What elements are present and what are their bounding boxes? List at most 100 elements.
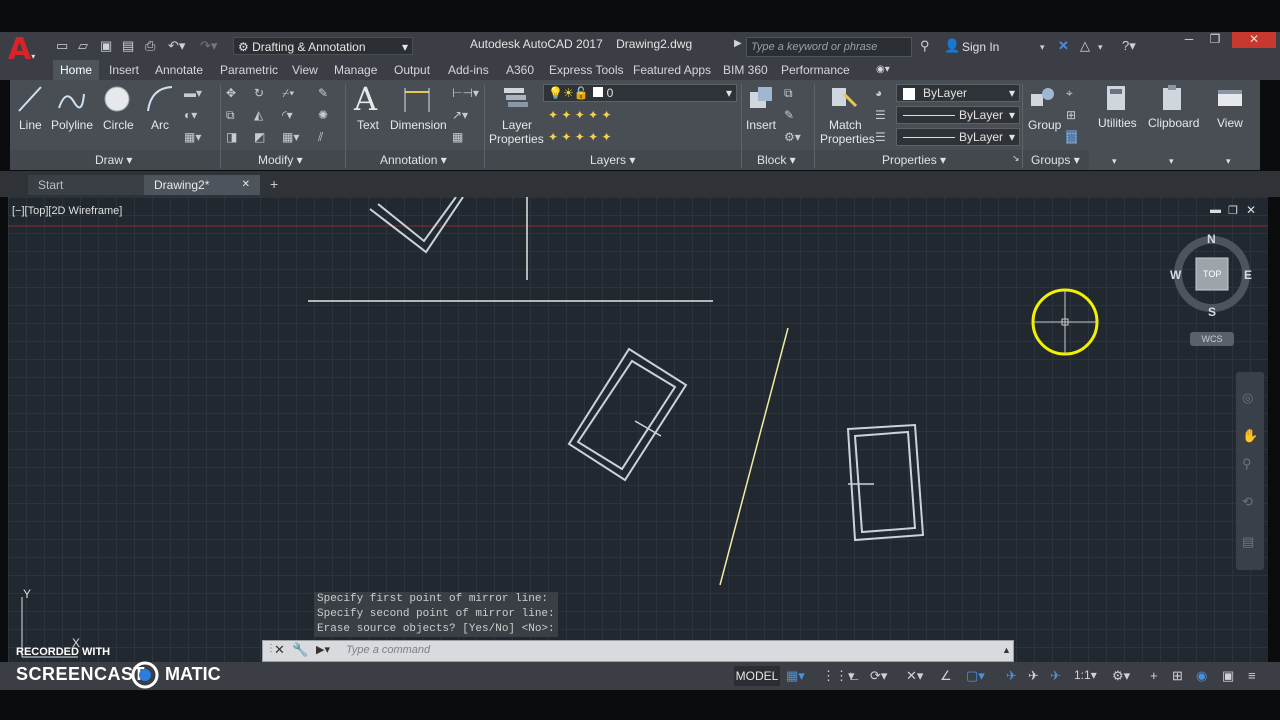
top-rectangle[interactable]: [369, 197, 464, 254]
tab-view[interactable]: View: [292, 60, 318, 80]
help-search-input[interactable]: Type a keyword or phrase: [746, 37, 912, 57]
layer-properties-label-2[interactable]: Properties: [489, 132, 544, 146]
orbit-icon[interactable]: ⟲: [1242, 494, 1253, 510]
mirror-icon[interactable]: ◭: [254, 108, 263, 122]
rotated-window-rectangle[interactable]: [567, 347, 688, 482]
annotation-visibility-icon[interactable]: ✈: [1006, 668, 1017, 684]
dimension-button[interactable]: Dimension: [390, 118, 447, 132]
line-button[interactable]: Line: [19, 118, 42, 132]
object-snap-tracking-icon[interactable]: ∠: [940, 668, 952, 684]
tab-manage[interactable]: Manage: [334, 60, 377, 80]
tab-bim-360[interactable]: BIM 360: [723, 60, 768, 80]
open-icon[interactable]: ▱: [78, 38, 88, 54]
tab-express-tools[interactable]: Express Tools: [549, 60, 623, 80]
insert-block-icon[interactable]: [746, 84, 776, 114]
isolate-objects-icon[interactable]: ◉: [1196, 668, 1207, 684]
tab-annotate[interactable]: Annotate: [155, 60, 203, 80]
ungroup-icon[interactable]: ⌖: [1066, 86, 1073, 101]
close-icon[interactable]: ✕: [242, 175, 250, 195]
offset-icon[interactable]: ⫽: [318, 130, 323, 145]
exchange-apps-icon[interactable]: ✕: [1058, 38, 1069, 54]
view-icon[interactable]: [1216, 86, 1244, 110]
polyline-icon[interactable]: [56, 84, 86, 114]
group-button[interactable]: Group: [1028, 118, 1061, 132]
model-space-button[interactable]: MODEL: [734, 666, 780, 686]
annotation-monitor-icon[interactable]: +: [1150, 668, 1158, 683]
block-panel-label[interactable]: Block ▾: [757, 153, 796, 167]
copy-icon[interactable]: ⧉: [226, 108, 235, 123]
properties-panel-label[interactable]: Properties ▾: [882, 153, 946, 167]
workspace-dropdown[interactable]: ⚙ Drafting & Annotation ▾: [233, 37, 413, 55]
erase-icon[interactable]: ✎: [318, 86, 328, 100]
mirror-line[interactable]: [719, 327, 789, 586]
arc-button[interactable]: Arc: [151, 118, 169, 132]
command-input[interactable]: Type a command: [346, 644, 430, 656]
undo-icon[interactable]: ↶▾: [168, 38, 185, 54]
ortho-icon[interactable]: ∟: [848, 668, 861, 683]
match-properties-icon[interactable]: [828, 84, 858, 114]
tab-output[interactable]: Output: [394, 60, 430, 80]
wrench-icon[interactable]: 🔧: [292, 642, 308, 658]
tab-parametric[interactable]: Parametric: [220, 60, 278, 80]
tab-insert[interactable]: Insert: [109, 60, 139, 80]
clean-screen-icon[interactable]: ▣: [1222, 668, 1234, 684]
rectangle-icon[interactable]: ▬▾: [184, 86, 202, 100]
leader-icon[interactable]: ↗▾: [452, 108, 468, 122]
restore-window-button[interactable]: ❐: [1202, 32, 1228, 48]
layers-panel-label[interactable]: Layers ▾: [590, 153, 635, 167]
grid-icon[interactable]: ▦▾: [786, 668, 805, 684]
explode-icon[interactable]: ✺: [318, 108, 328, 122]
minimize-window-button[interactable]: ─: [1176, 32, 1202, 48]
draw-panel-label[interactable]: Draw ▾: [95, 153, 132, 167]
file-tab-drawing2[interactable]: Drawing2* ✕: [144, 175, 260, 195]
annotation-scale-icon[interactable]: ✈: [1050, 668, 1061, 684]
layer-properties-icon[interactable]: [500, 84, 530, 114]
ribbon-options-icon[interactable]: ◉▾: [876, 60, 890, 80]
scale-icon[interactable]: ◩: [254, 130, 265, 144]
compass-west-label[interactable]: W: [1170, 268, 1181, 282]
chevron-down-icon[interactable]: ▾: [1226, 156, 1231, 167]
new-tab-button[interactable]: +: [270, 176, 278, 192]
compass-east-label[interactable]: E: [1244, 268, 1252, 282]
clipboard-icon[interactable]: [1160, 84, 1186, 112]
tab-featured-apps[interactable]: Featured Apps: [633, 60, 711, 80]
fillet-icon[interactable]: ◜▾: [282, 108, 293, 122]
panel-launcher-icon[interactable]: ↘: [1012, 153, 1020, 164]
group-edit-icon[interactable]: ⊞: [1066, 108, 1076, 122]
auto-scale-icon[interactable]: ✈: [1028, 668, 1039, 684]
group-selection-icon[interactable]: ⬚: [1066, 130, 1078, 144]
search-expand-icon[interactable]: ▶: [734, 38, 742, 49]
isodraft-icon[interactable]: ✕▾: [906, 668, 923, 684]
zoom-icon[interactable]: ⚲: [1242, 456, 1252, 472]
lineweight-dropdown[interactable]: ByLayer ▾: [896, 128, 1020, 146]
hatch-icon[interactable]: ◐▾: [184, 108, 197, 122]
redo-icon[interactable]: ↷▾: [200, 38, 217, 54]
trim-icon[interactable]: ⌿▾: [282, 86, 294, 101]
object-snap-icon[interactable]: ▢▾: [966, 668, 985, 684]
block-attributes-icon[interactable]: ⚙▾: [784, 130, 801, 144]
insert-button[interactable]: Insert: [746, 118, 776, 132]
save-as-icon[interactable]: ▤: [122, 38, 134, 54]
viewcube-top-label[interactable]: TOP: [1203, 269, 1221, 279]
annotation-panel-label[interactable]: Annotation ▾: [380, 153, 447, 167]
circle-icon[interactable]: [102, 84, 132, 114]
save-icon[interactable]: ▣: [100, 38, 112, 54]
compass-north-label[interactable]: N: [1207, 232, 1216, 246]
clipboard-button[interactable]: Clipboard: [1148, 116, 1199, 130]
rotate-icon[interactable]: ↻: [254, 86, 264, 100]
file-tab-start[interactable]: Start: [28, 175, 144, 195]
command-history-toggle-icon[interactable]: ▲: [1002, 645, 1011, 655]
help-icon[interactable]: ?▾: [1122, 38, 1136, 54]
gradient-icon[interactable]: ▦▾: [184, 130, 201, 144]
group-icon[interactable]: [1028, 84, 1058, 114]
dimension-icon[interactable]: [402, 86, 432, 114]
modify-panel-label[interactable]: Modify ▾: [258, 153, 303, 167]
units-icon[interactable]: ⊞: [1172, 668, 1183, 684]
plot-icon[interactable]: ⎙: [145, 38, 155, 54]
create-block-icon[interactable]: ⧉: [784, 86, 793, 101]
layer-tools-row-1-icon[interactable]: ✦ ✦ ✦ ✦ ✦: [548, 108, 612, 122]
tab-performance[interactable]: Performance: [781, 60, 850, 80]
tab-a360[interactable]: A360: [506, 60, 534, 80]
arc-icon[interactable]: [145, 84, 175, 114]
compass-south-label[interactable]: S: [1208, 305, 1216, 319]
